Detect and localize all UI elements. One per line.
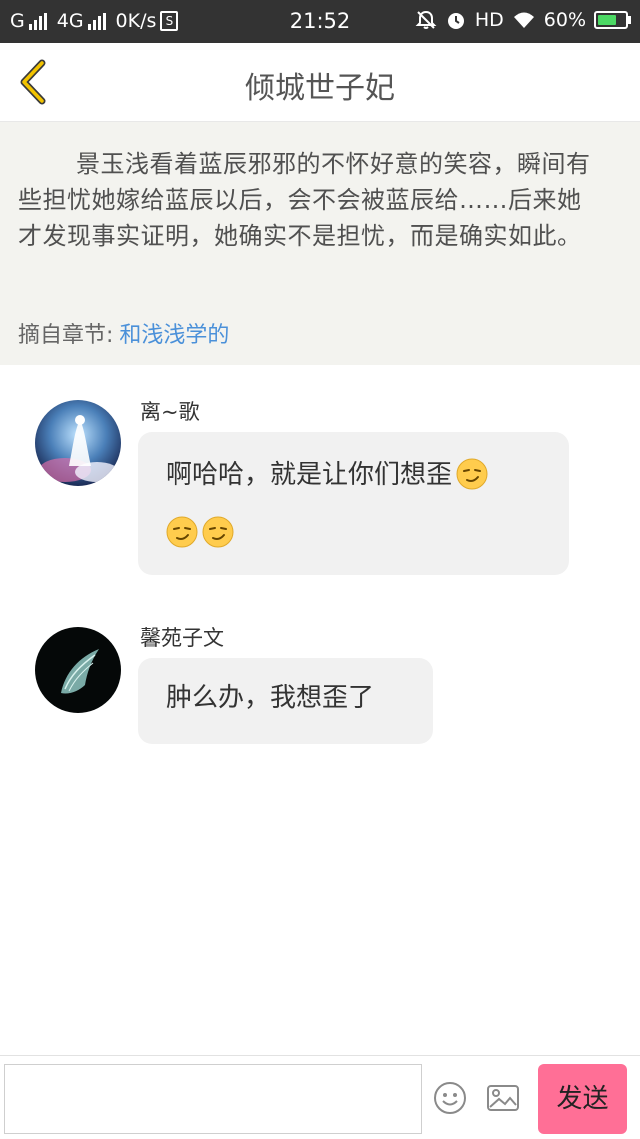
battery-icon: [594, 11, 631, 29]
excerpt-text: 景玉浅看着蓝辰邪邪的不怀好意的笑容，瞬间有些担忧她嫁给蓝辰以后，会不会被蓝辰给……: [18, 150, 591, 250]
source-label: 摘自章节:: [18, 323, 114, 348]
wifi-icon: [513, 12, 534, 28]
comment-text: 肿么办，我想歪了: [166, 683, 375, 713]
smirk-emoji: [456, 458, 488, 489]
page-title: 倾城世子妃: [245, 71, 395, 106]
comment-text: 啊哈哈，就是让你们想歪: [166, 460, 453, 490]
comment-username: 离~歌: [140, 400, 200, 424]
comment-input[interactable]: [4, 1064, 422, 1134]
comment-input-bar: 发送: [0, 1055, 640, 1139]
chapter-link[interactable]: 和浅浅学的: [119, 323, 229, 348]
hd-label: HD: [474, 9, 504, 31]
alarm-icon: [447, 13, 464, 29]
battery-percent: 60%: [543, 9, 586, 31]
emoji-button[interactable]: [432, 1080, 468, 1116]
image-button[interactable]: [485, 1080, 521, 1116]
bell-off-icon: [415, 10, 437, 29]
send-button[interactable]: 发送: [538, 1064, 627, 1134]
smirk-emoji: [202, 516, 234, 547]
source-line: 摘自章节: 和浅浅学的: [18, 317, 229, 349]
comment-bubble: 啊哈哈，就是让你们想歪: [138, 432, 569, 575]
comment-bubble: 肿么办，我想歪了: [138, 658, 433, 744]
excerpt-panel: 景玉浅看着蓝辰邪邪的不怀好意的笑容，瞬间有些担忧她嫁给蓝辰以后，会不会被蓝辰给……: [0, 122, 640, 365]
status-bar: G 4G 0K/s S 21:52 HD 60%: [0, 0, 640, 43]
status-right: HD 60%: [415, 9, 631, 31]
avatar[interactable]: [35, 400, 121, 486]
avatar[interactable]: [35, 627, 121, 713]
header: 倾城世子妃: [0, 43, 640, 122]
comment-username: 馨苑子文: [140, 626, 224, 650]
image-icon: [487, 1085, 519, 1111]
smiley-icon: [434, 1082, 466, 1114]
smirk-emoji: [166, 516, 198, 547]
